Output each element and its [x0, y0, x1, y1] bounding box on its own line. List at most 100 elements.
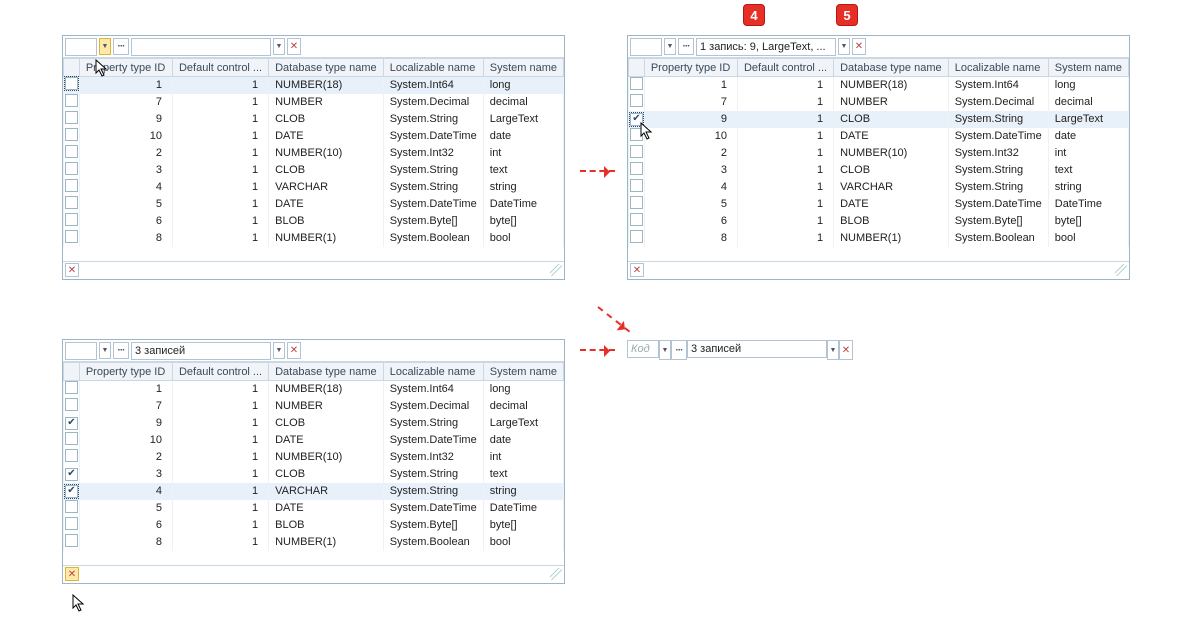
- row-checkbox[interactable]: [65, 381, 78, 394]
- row-checkbox[interactable]: [65, 417, 78, 430]
- col-property-type-id[interactable]: Property type ID: [79, 363, 172, 381]
- row-checkbox[interactable]: [65, 77, 78, 90]
- table-row[interactable]: 31CLOBSystem.Stringtext: [629, 162, 1129, 179]
- col-property-type-id[interactable]: Property type ID: [79, 59, 172, 77]
- table-row[interactable]: 51DATESystem.DateTimeDateTime: [64, 500, 564, 517]
- selection-summary-dropdown[interactable]: ▼: [273, 38, 285, 55]
- row-checkbox[interactable]: [65, 111, 78, 124]
- selection-summary-dropdown[interactable]: ▼: [838, 38, 850, 55]
- table-row[interactable]: 11NUMBER(18)System.Int64long: [64, 381, 564, 398]
- col-default-control[interactable]: Default control ...: [737, 59, 833, 77]
- col-checkbox[interactable]: [64, 363, 80, 381]
- table-row[interactable]: 81NUMBER(1)System.Booleanbool: [629, 230, 1129, 247]
- row-checkbox[interactable]: [65, 500, 78, 513]
- resize-grip[interactable]: [1115, 264, 1127, 276]
- filter-input-1[interactable]: [65, 38, 97, 56]
- table-row[interactable]: 81NUMBER(1)System.Booleanbool: [64, 230, 564, 247]
- table-row[interactable]: 31CLOBSystem.Stringtext: [64, 466, 564, 483]
- row-checkbox[interactable]: [630, 94, 643, 107]
- filter-more-button[interactable]: ···: [678, 38, 694, 55]
- table-row[interactable]: 81NUMBER(1)System.Booleanbool: [64, 534, 564, 551]
- row-checkbox[interactable]: [630, 230, 643, 243]
- table-row[interactable]: 11NUMBER(18)System.Int64long: [629, 77, 1129, 94]
- row-checkbox[interactable]: [630, 196, 643, 209]
- col-checkbox[interactable]: [64, 59, 80, 77]
- col-checkbox[interactable]: [629, 59, 645, 77]
- filter-more-button[interactable]: ···: [113, 38, 129, 55]
- col-database-type-name[interactable]: Database type name: [834, 59, 949, 77]
- resize-grip[interactable]: [550, 264, 562, 276]
- selection-clear-button[interactable]: ✕: [839, 340, 853, 360]
- row-checkbox[interactable]: [65, 162, 78, 175]
- row-checkbox[interactable]: [65, 94, 78, 107]
- row-checkbox[interactable]: [630, 162, 643, 175]
- row-checkbox[interactable]: [65, 468, 78, 481]
- table-row[interactable]: 41VARCHARSystem.Stringstring: [629, 179, 1129, 196]
- row-checkbox[interactable]: [630, 179, 643, 192]
- row-checkbox[interactable]: [630, 213, 643, 226]
- filter-dropdown-1[interactable]: ▼: [664, 38, 676, 55]
- table-row[interactable]: 101DATESystem.DateTimedate: [629, 128, 1129, 145]
- table-row[interactable]: 51DATESystem.DateTimeDateTime: [629, 196, 1129, 213]
- table-row[interactable]: 61BLOBSystem.Byte[]byte[]: [64, 213, 564, 230]
- row-checkbox[interactable]: [65, 398, 78, 411]
- footer-clear-button[interactable]: ✕: [630, 263, 644, 277]
- selection-clear-button[interactable]: ✕: [287, 38, 301, 55]
- filter-input-1[interactable]: Код: [627, 340, 659, 358]
- col-property-type-id[interactable]: Property type ID: [644, 59, 737, 77]
- table-row[interactable]: 71NUMBERSystem.Decimaldecimal: [64, 94, 564, 111]
- col-localizable-name[interactable]: Localizable name: [383, 363, 483, 381]
- row-checkbox[interactable]: [65, 230, 78, 243]
- selection-summary-input[interactable]: [131, 38, 271, 56]
- col-system-name[interactable]: System name: [483, 59, 563, 77]
- col-system-name[interactable]: System name: [1048, 59, 1128, 77]
- resize-grip[interactable]: [550, 568, 562, 580]
- table-row[interactable]: 101DATESystem.DateTimedate: [64, 128, 564, 145]
- table-row[interactable]: 21NUMBER(10)System.Int32int: [629, 145, 1129, 162]
- selection-clear-button[interactable]: ✕: [287, 342, 301, 359]
- row-checkbox[interactable]: [65, 213, 78, 226]
- table-row[interactable]: 101DATESystem.DateTimedate: [64, 432, 564, 449]
- table-row[interactable]: 91CLOBSystem.StringLargeText: [64, 415, 564, 432]
- selection-summary-dropdown[interactable]: ▼: [827, 340, 839, 360]
- row-checkbox[interactable]: [65, 196, 78, 209]
- table-row[interactable]: 61BLOBSystem.Byte[]byte[]: [629, 213, 1129, 230]
- table-row[interactable]: 71NUMBERSystem.Decimaldecimal: [629, 94, 1129, 111]
- filter-more-button[interactable]: ···: [671, 340, 687, 360]
- table-row[interactable]: 61BLOBSystem.Byte[]byte[]: [64, 517, 564, 534]
- row-checkbox[interactable]: [630, 128, 643, 141]
- table-row[interactable]: 91CLOBSystem.StringLargeText: [64, 111, 564, 128]
- row-checkbox[interactable]: [65, 534, 78, 547]
- col-default-control[interactable]: Default control ...: [172, 59, 268, 77]
- row-checkbox[interactable]: [630, 113, 643, 126]
- selection-summary-input[interactable]: 3 записей: [131, 342, 271, 360]
- col-database-type-name[interactable]: Database type name: [269, 59, 384, 77]
- table-row[interactable]: 11NUMBER(18)System.Int64long: [64, 77, 564, 94]
- row-checkbox[interactable]: [65, 485, 78, 498]
- row-checkbox[interactable]: [65, 128, 78, 141]
- selection-clear-button[interactable]: ✕: [852, 38, 866, 55]
- table-row[interactable]: 21NUMBER(10)System.Int32int: [64, 449, 564, 466]
- row-checkbox[interactable]: [65, 449, 78, 462]
- selection-summary-input[interactable]: 3 записей: [687, 340, 827, 358]
- row-checkbox[interactable]: [65, 432, 78, 445]
- filter-dropdown-1[interactable]: ▼: [659, 340, 671, 360]
- table-row[interactable]: 31CLOBSystem.Stringtext: [64, 162, 564, 179]
- col-database-type-name[interactable]: Database type name: [269, 363, 384, 381]
- row-checkbox[interactable]: [65, 179, 78, 192]
- filter-input-1[interactable]: [630, 38, 662, 56]
- table-row[interactable]: 21NUMBER(10)System.Int32int: [64, 145, 564, 162]
- row-checkbox[interactable]: [630, 145, 643, 158]
- selection-summary-dropdown[interactable]: ▼: [273, 342, 285, 359]
- row-checkbox[interactable]: [65, 145, 78, 158]
- filter-dropdown-1[interactable]: ▼: [99, 342, 111, 359]
- table-row[interactable]: 41VARCHARSystem.Stringstring: [64, 483, 564, 500]
- col-localizable-name[interactable]: Localizable name: [383, 59, 483, 77]
- row-checkbox[interactable]: [65, 517, 78, 530]
- table-row[interactable]: 91CLOBSystem.StringLargeText: [629, 111, 1129, 128]
- filter-more-button[interactable]: ···: [113, 342, 129, 359]
- selection-summary-input[interactable]: 1 запись: 9, LargeText, ...: [696, 38, 836, 56]
- table-row[interactable]: 51DATESystem.DateTimeDateTime: [64, 196, 564, 213]
- col-localizable-name[interactable]: Localizable name: [948, 59, 1048, 77]
- filter-dropdown-1[interactable]: ▼: [99, 38, 111, 55]
